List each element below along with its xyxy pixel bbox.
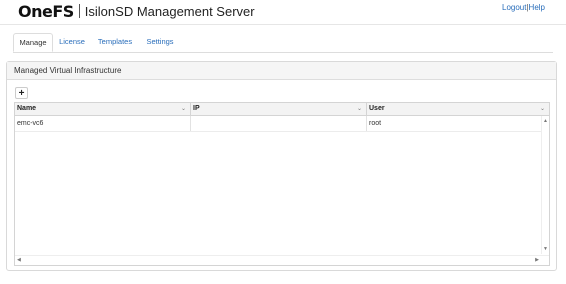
cell-user: root (369, 120, 382, 127)
chevron-down-icon[interactable]: ⌄ (357, 103, 362, 115)
app-header: OneFS IsilonSD Management Server Logout|… (0, 0, 566, 25)
tab-license[interactable]: License (56, 33, 88, 52)
main-tabs: Manage License Templates Settings (13, 33, 553, 53)
column-label: User (369, 105, 385, 112)
header-links: Logout|Help (502, 3, 545, 12)
infrastructure-grid: Name ⌄ IP ⌄ User ⌄ emc-vc6 root ▲ ▼ ◀ ▶ (14, 102, 550, 266)
tab-settings[interactable]: Settings (143, 33, 177, 52)
column-header-ip[interactable]: IP ⌄ (191, 103, 367, 115)
tab-manage[interactable]: Manage (13, 33, 53, 52)
managed-infrastructure-panel: Managed Virtual Infrastructure + Name ⌄ … (6, 61, 557, 271)
table-row[interactable]: emc-vc6 root (15, 116, 541, 132)
scroll-up-icon[interactable]: ▲ (543, 118, 548, 124)
onefs-logo: OneFS IsilonSD Management Server (18, 1, 255, 21)
cell-ip (191, 116, 367, 131)
chevron-down-icon[interactable]: ⌄ (181, 103, 186, 115)
add-button[interactable]: + (15, 87, 28, 99)
grid-header: Name ⌄ IP ⌄ User ⌄ (15, 103, 549, 116)
scroll-down-icon[interactable]: ▼ (543, 246, 548, 252)
chevron-down-icon[interactable]: ⌄ (540, 103, 545, 115)
column-header-user[interactable]: User ⌄ (367, 103, 549, 115)
app-title: IsilonSD Management Server (84, 3, 255, 19)
cell-name: emc-vc6 (15, 116, 191, 131)
logo-divider (78, 4, 80, 18)
logo-wordmark: OneFS (18, 1, 74, 21)
horizontal-scrollbar[interactable]: ◀ ▶ (15, 255, 549, 265)
panel-title: Managed Virtual Infrastructure (7, 62, 556, 80)
vertical-scrollbar[interactable]: ▲ ▼ (541, 116, 549, 254)
grid-body: emc-vc6 root (15, 116, 549, 254)
scroll-left-icon[interactable]: ◀ (17, 257, 21, 263)
column-label: Name (17, 105, 37, 112)
help-link[interactable]: Help (529, 3, 545, 12)
scroll-right-icon[interactable]: ▶ (535, 257, 539, 263)
column-label: IP (193, 105, 200, 112)
column-header-name[interactable]: Name ⌄ (15, 103, 191, 115)
tab-templates[interactable]: Templates (95, 33, 135, 52)
logout-link[interactable]: Logout (502, 3, 526, 12)
